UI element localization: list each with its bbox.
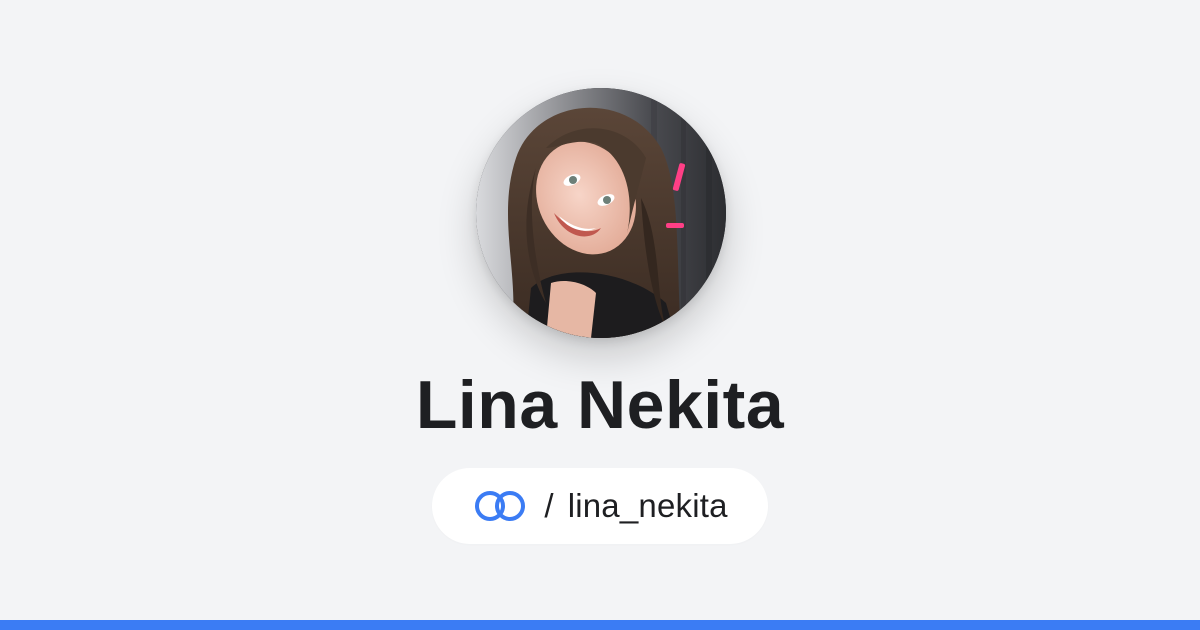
profile-name: Lina Nekita [415, 367, 785, 443]
handle-separator: / [544, 487, 554, 524]
profile-card-page: Lina Nekita / lina_nekita [0, 0, 1200, 630]
accent-bar [0, 620, 1200, 630]
avatar-photo [476, 88, 726, 338]
profile-handle-link[interactable]: / lina_nekita [432, 468, 768, 544]
link-rings-icon [472, 489, 530, 523]
avatar [476, 88, 726, 338]
profile-handle: lina_nekita [567, 487, 728, 524]
